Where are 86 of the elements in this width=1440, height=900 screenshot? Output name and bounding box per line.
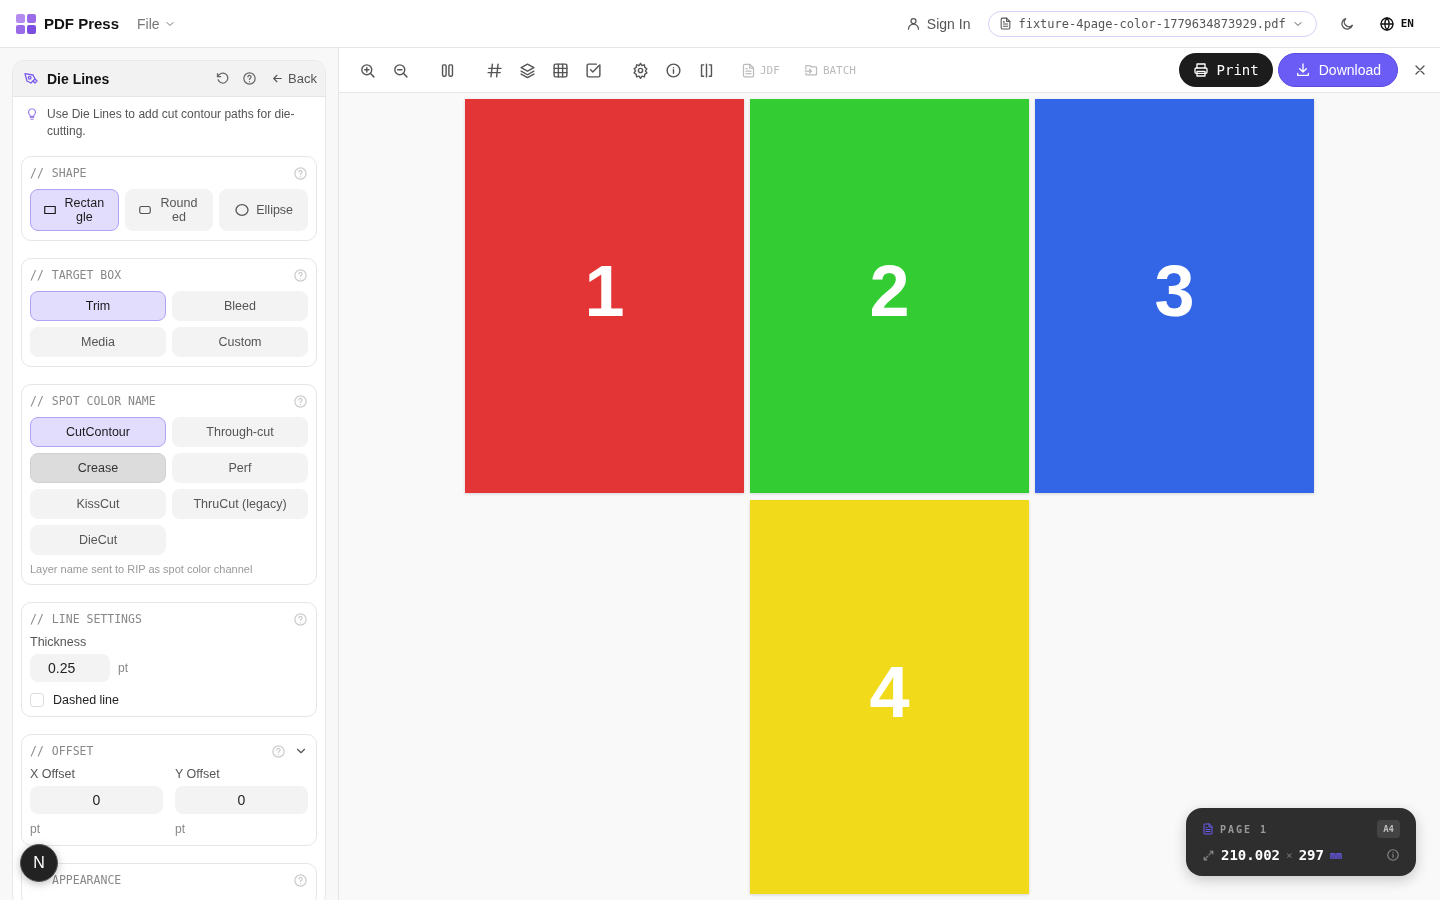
rectangle-icon: [43, 203, 58, 217]
unit-label: pt: [175, 822, 186, 836]
field-label: Y Offset: [175, 767, 221, 781]
unit-label: pt: [118, 661, 128, 675]
option-button[interactable]: Rectangle: [30, 189, 119, 231]
section-title: SHAPE: [51, 166, 88, 180]
page-number: 4: [869, 651, 910, 733]
grid-icon[interactable]: [552, 61, 569, 79]
option-button[interactable]: CutContour: [30, 417, 166, 447]
document-icon: [999, 17, 1013, 30]
app-logo-icon: [16, 13, 36, 34]
user-icon: [905, 16, 921, 31]
option-button[interactable]: Trim: [30, 291, 166, 321]
page-width: 210.002: [1221, 847, 1280, 863]
checkbox-icon[interactable]: [585, 61, 602, 79]
section-prefix: //: [30, 394, 44, 408]
layers-icon[interactable]: [519, 61, 536, 79]
times-sign: ×: [1286, 848, 1293, 862]
option-button[interactable]: DieCut: [30, 525, 166, 555]
pdf-page[interactable]: 1: [465, 99, 744, 493]
option-button[interactable]: Media: [30, 327, 166, 357]
thickness-field[interactable]: 0.25: [30, 654, 110, 682]
hint-text: Layer name sent to RIP as spot color channel: [30, 563, 254, 575]
moon-icon[interactable]: [1338, 15, 1355, 32]
page-label: PAGE 1: [1220, 823, 1270, 835]
download-button[interactable]: Download: [1277, 53, 1398, 87]
option-button[interactable]: ThruCut (legacy): [172, 489, 308, 519]
help-icon[interactable]: [242, 71, 258, 86]
section-title: LINE SETTINGS: [51, 612, 143, 626]
option-button[interactable]: Bleed: [172, 291, 308, 321]
print-button[interactable]: Print: [1178, 53, 1273, 87]
rounded-rectangle-icon: [138, 203, 152, 217]
section-prefix: //: [30, 612, 44, 626]
printer-icon: [1192, 62, 1209, 78]
language-button[interactable]: EN: [1378, 15, 1414, 32]
globe-icon: [1378, 15, 1395, 32]
offset-field[interactable]: 0: [30, 786, 163, 814]
document-icon: [741, 62, 756, 78]
document-icon: [1202, 823, 1214, 835]
option-button[interactable]: Custom: [172, 327, 308, 357]
file-menu[interactable]: File: [137, 15, 176, 32]
page-number: 2: [869, 250, 910, 332]
section-prefix: //: [30, 268, 44, 282]
option-button[interactable]: KissCut: [30, 489, 166, 519]
back-button[interactable]: Back: [271, 71, 317, 86]
zoom-out-icon[interactable]: [392, 61, 409, 79]
zoom-in-icon[interactable]: [359, 61, 376, 79]
offset-field[interactable]: 0: [175, 786, 308, 814]
checkbox-label: Dashed line: [53, 693, 119, 707]
ellipse-icon: [234, 202, 251, 218]
section-title: OFFSET: [51, 744, 95, 758]
download-icon: [1294, 62, 1311, 78]
info-icon[interactable]: [665, 61, 682, 79]
unit-label: pt: [30, 822, 41, 836]
option-button[interactable]: Rounded: [124, 189, 214, 231]
settings-icon[interactable]: [632, 61, 649, 79]
unit-label: mm: [1329, 849, 1343, 861]
section-title: SPOT COLOR NAME: [51, 394, 157, 408]
info-icon[interactable]: [1386, 848, 1400, 862]
option-button[interactable]: Crease: [30, 453, 166, 483]
page-height: 297: [1298, 847, 1324, 863]
paper-size-badge: A4: [1377, 820, 1400, 838]
split-icon[interactable]: [698, 61, 715, 79]
section-prefix: //: [30, 744, 44, 758]
arrow-left-icon: [271, 72, 285, 85]
sign-in-link[interactable]: Sign In: [905, 15, 971, 32]
panel-title: Die Lines: [47, 70, 111, 87]
option-button[interactable]: Through-cut: [172, 417, 308, 447]
field-label: Thickness: [30, 635, 88, 649]
option-button[interactable]: Perf: [172, 453, 308, 483]
hash-icon[interactable]: [486, 61, 503, 79]
tip-text: Use Die Lines to add cut contour paths for die-cutting.: [47, 106, 296, 140]
page-number: 3: [1154, 250, 1195, 332]
section-title: TARGET BOX: [51, 268, 123, 282]
option-button[interactable]: Ellipse: [219, 189, 308, 231]
checkbox[interactable]: [30, 693, 44, 707]
folder-arrow-icon: [803, 62, 819, 78]
page-number: 1: [584, 250, 625, 332]
reset-icon[interactable]: [215, 71, 231, 86]
columns-icon[interactable]: [439, 61, 456, 79]
field-label: X Offset: [30, 767, 76, 781]
app-name: PDF Press: [44, 15, 120, 32]
pdf-page[interactable]: 3: [1035, 99, 1314, 493]
section-prefix: //: [30, 166, 44, 180]
resize-icon: [1202, 848, 1215, 862]
bulb-icon: [25, 107, 39, 121]
